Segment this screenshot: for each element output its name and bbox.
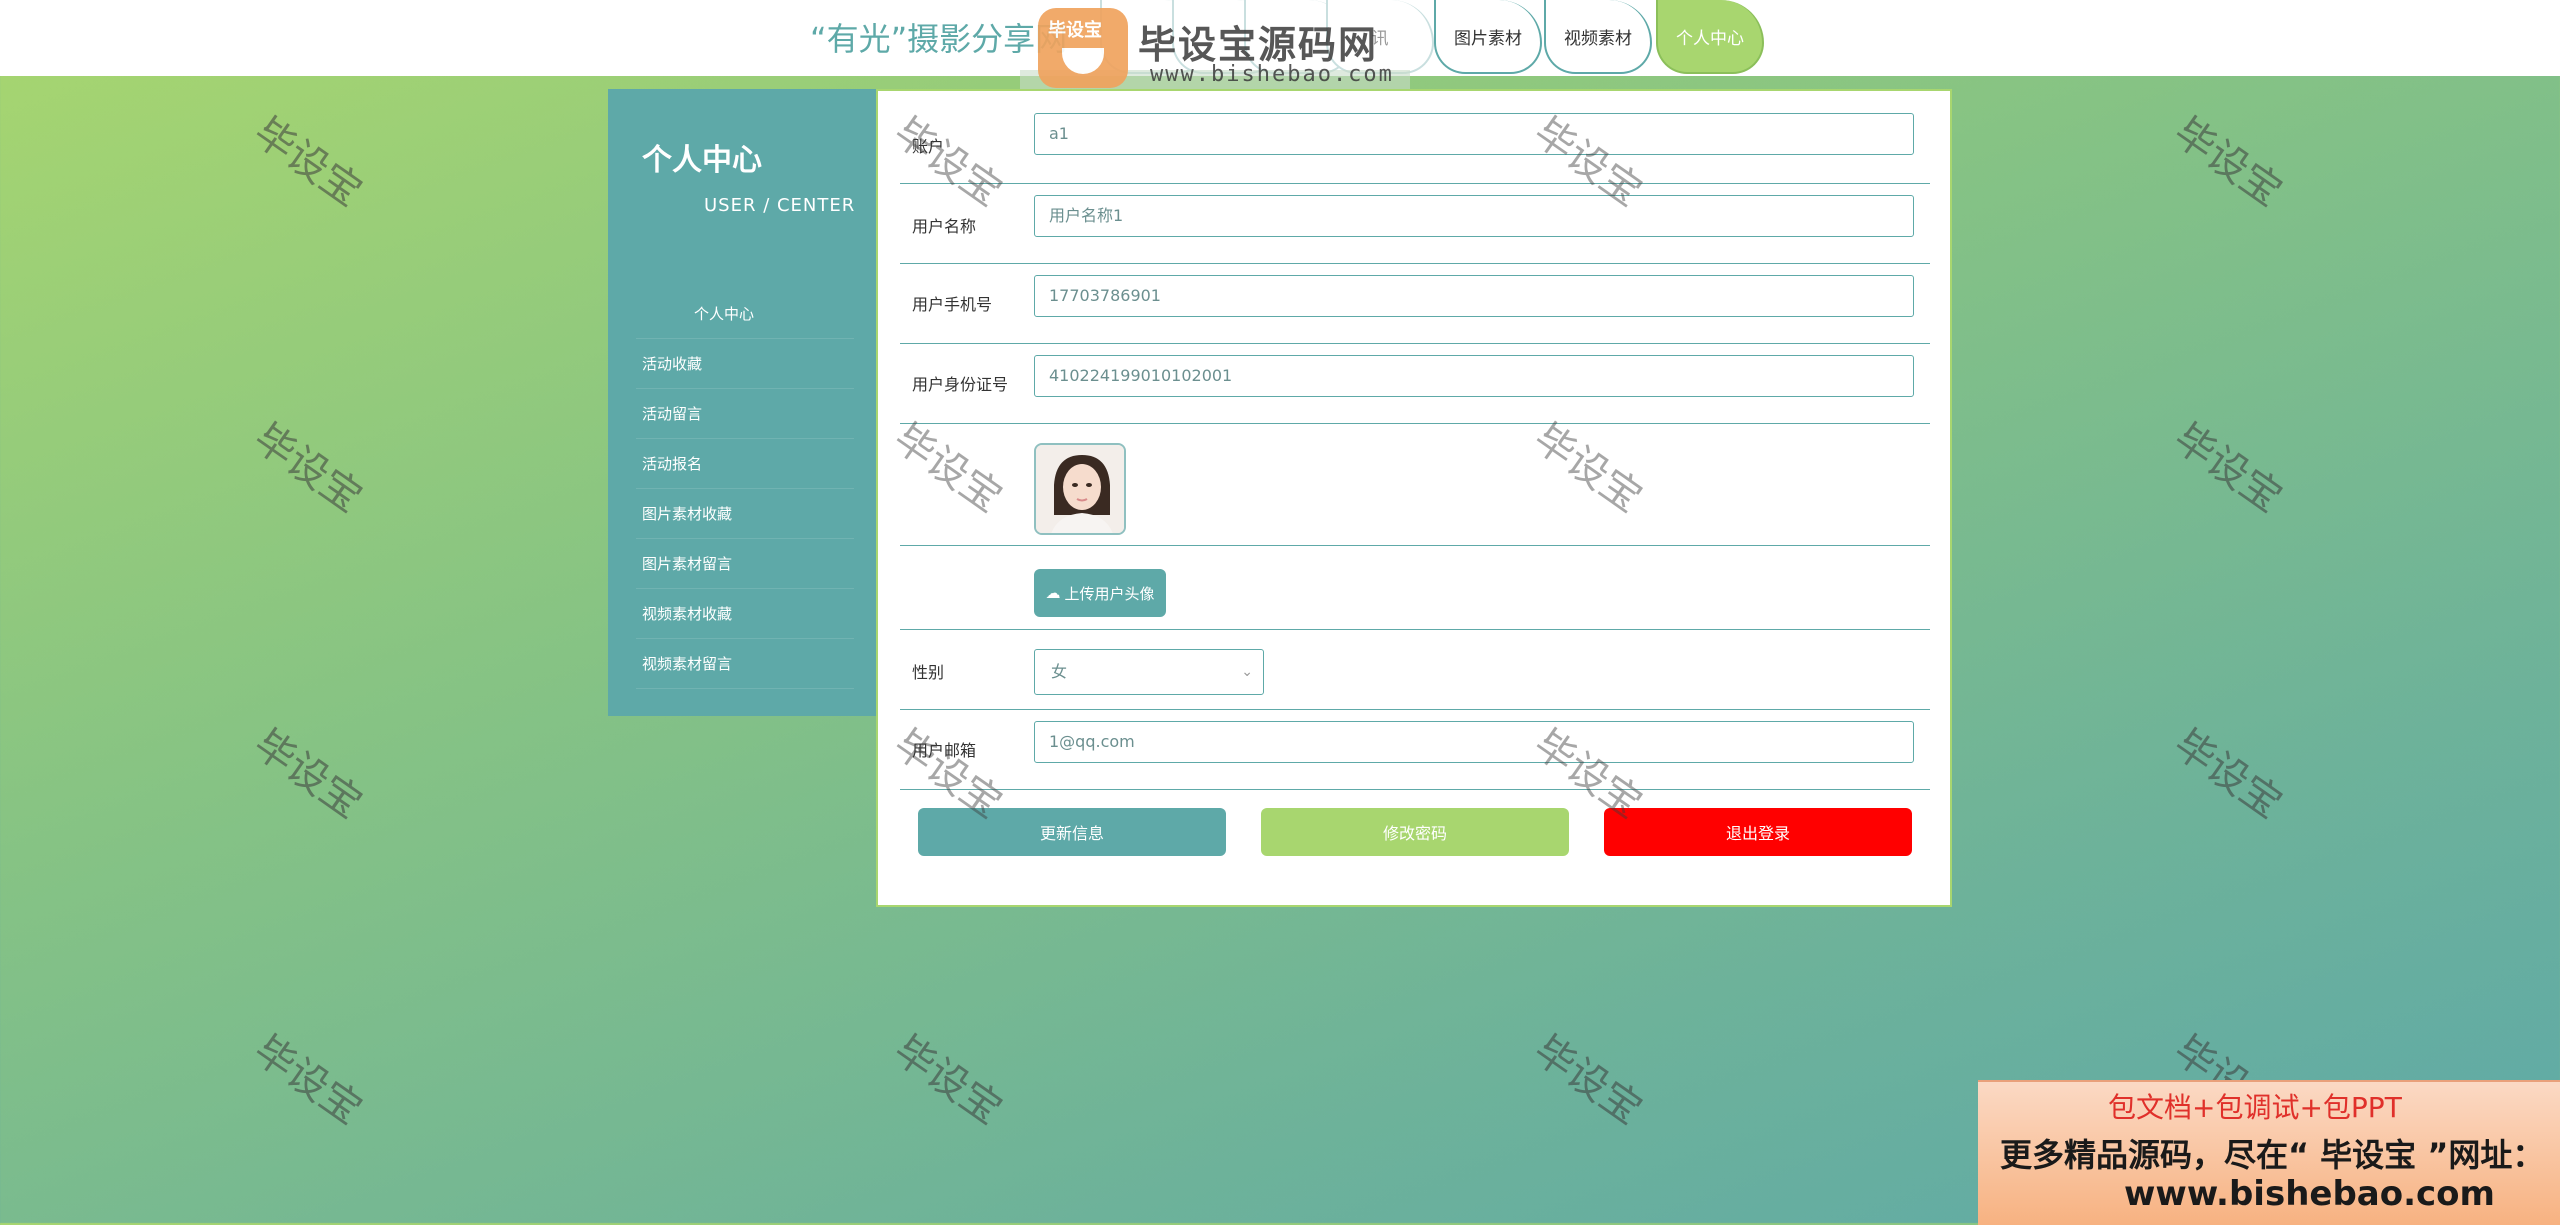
nav-tab-user-center[interactable]: 个人中心 [1656,0,1764,74]
nav-tab-image-material[interactable]: 图片素材 [1434,0,1542,74]
sidebar-subtitle: USER / CENTER [704,195,856,216]
sidebar-item-image-favorites[interactable]: 图片素材收藏 [608,489,876,539]
sidebar-title: 个人中心 [642,143,762,178]
phone-label: 用户手机号 [912,295,993,314]
watermark: 毕设宝 [2165,415,2291,522]
watermark: 毕设宝 [245,721,371,828]
idcard-field[interactable]: 410224199010102001 [1034,355,1914,397]
sidebar-item-video-favorites[interactable]: 视频素材收藏 [608,589,876,639]
sidebar-item-user-center[interactable]: 个人中心 [608,289,876,339]
gender-select[interactable]: 女 ⌄ [1034,649,1264,695]
email-field[interactable]: 1@qq.com [1034,721,1914,763]
watermark: 毕设宝 [245,109,371,216]
idcard-row: 用户身份证号 410224199010102001 [900,343,1930,424]
logo-url: www.bishebao.com [1150,62,1394,87]
bishebao-logo: 毕设宝 [1038,8,1128,88]
gender-label: 性别 [912,663,945,682]
logo-name: 毕设宝源码网 [1138,23,1379,67]
avatar-row [900,423,1930,546]
promo-line-1: 包文档+包调试+包PPT [2108,1091,2402,1124]
sidebar: 个人中心 USER / CENTER 个人中心 活动收藏 活动留言 活动报名 图… [608,89,876,716]
upload-avatar-button[interactable]: ☁ 上传用户头像 [1034,569,1166,617]
cloud-upload-icon: ☁ [1045,584,1061,602]
phone-row: 用户手机号 17703786901 [900,263,1930,344]
change-password-button[interactable]: 修改密码 [1261,808,1569,856]
promo-line-2: 更多精品源码，尽在“ 毕设宝 ”网址： [2000,1136,2545,1174]
email-row: 用户邮箱 1@qq.com [900,709,1930,790]
upload-avatar-label: 上传用户头像 [1064,584,1155,603]
sidebar-item-image-comments[interactable]: 图片素材留言 [608,539,876,589]
site-title[interactable]: “有光”摄影分享网 [810,14,1067,60]
sidebar-item-activity-favorites[interactable]: 活动收藏 [608,339,876,389]
username-row: 用户名称 用户名称1 [900,183,1930,264]
watermark: 毕设宝 [245,1027,371,1134]
account-field[interactable]: a1 [1034,113,1914,155]
sidebar-item-activity-signup[interactable]: 活动报名 [608,439,876,489]
nav-tab-video-material[interactable]: 视频素材 [1544,0,1652,74]
watermark: 毕设宝 [2165,721,2291,828]
user-avatar [1034,443,1126,535]
username-field[interactable]: 用户名称1 [1034,195,1914,237]
logout-button[interactable]: 退出登录 [1604,808,1912,856]
sidebar-menu: 个人中心 活动收藏 活动留言 活动报名 图片素材收藏 图片素材留言 视频素材收藏… [608,289,876,689]
cup-icon [1062,48,1104,74]
account-row: 账户 a1 [900,109,1930,184]
username-label: 用户名称 [912,217,977,236]
watermark: 毕设宝 [885,1027,1011,1134]
gender-value: 女 [1051,662,1068,681]
sidebar-item-activity-comments[interactable]: 活动留言 [608,389,876,439]
watermark: 毕设宝 [1525,1027,1651,1134]
phone-field[interactable]: 17703786901 [1034,275,1914,317]
avatar-portrait-icon [1036,445,1124,533]
promo-banner: 包文档+包调试+包PPT 更多精品源码，尽在“ 毕设宝 ”网址： www.bis… [1978,1080,2560,1225]
sidebar-item-video-comments[interactable]: 视频素材留言 [608,639,876,689]
promo-url[interactable]: www.bishebao.com [2124,1174,2495,1214]
upload-row: ☁ 上传用户头像 [900,545,1930,630]
sidebar-header: 个人中心 USER / CENTER [608,89,876,259]
chevron-down-icon: ⌄ [1241,664,1253,680]
logo-badge-text: 毕设宝 [1048,20,1102,41]
gender-row: 性别 女 ⌄ [900,629,1930,710]
watermark: 毕设宝 [245,415,371,522]
idcard-label: 用户身份证号 [912,375,1009,394]
profile-form: 账户 a1 用户名称 用户名称1 用户手机号 17703786901 用户身份证… [876,89,1952,907]
watermark: 毕设宝 [2165,109,2291,216]
